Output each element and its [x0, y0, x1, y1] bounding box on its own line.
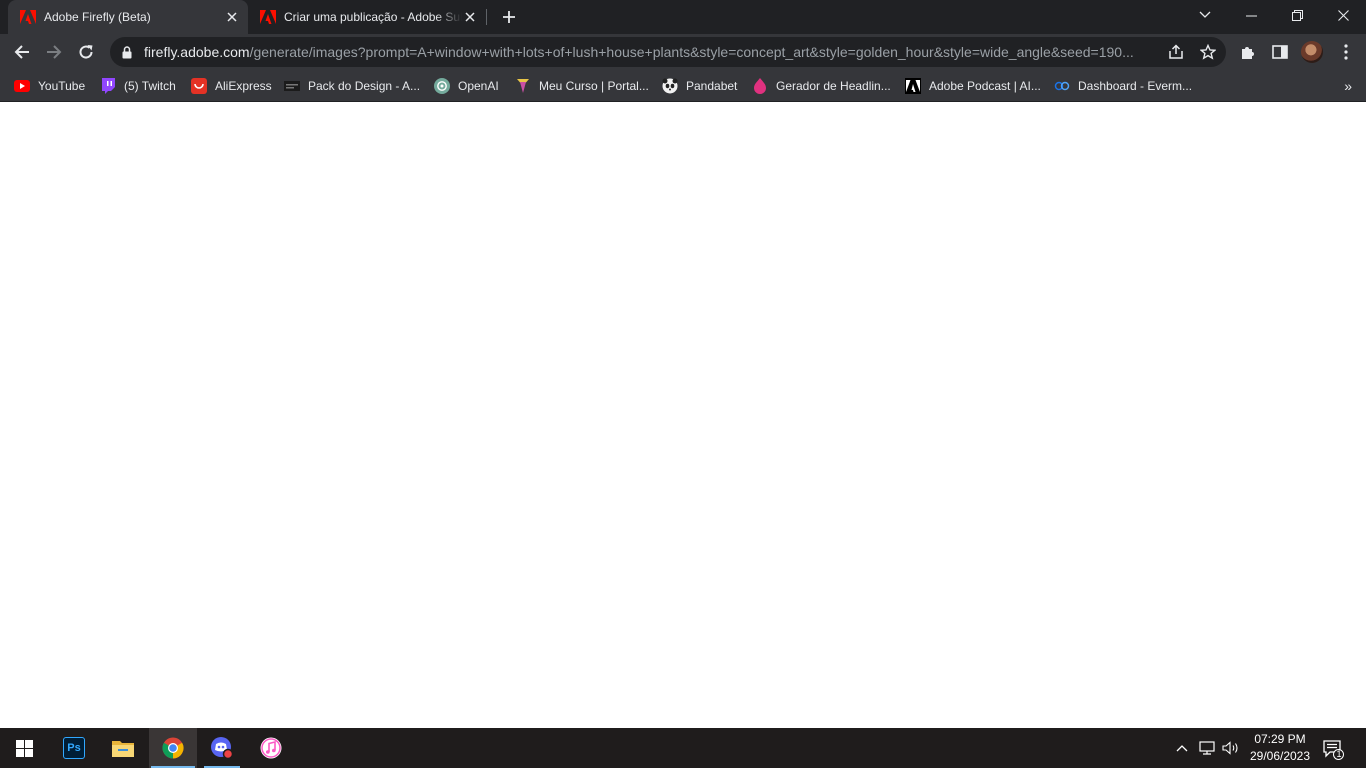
pack-design-icon	[284, 78, 300, 94]
adobe-icon	[260, 10, 276, 24]
bookmarks-overflow-button[interactable]: »	[1344, 78, 1352, 94]
bookmark-pack-do-design[interactable]: Pack do Design - A...	[284, 75, 420, 97]
tab-search-button[interactable]	[1182, 0, 1228, 30]
openai-icon	[434, 78, 450, 94]
start-button[interactable]	[0, 728, 48, 768]
file-explorer-icon	[112, 741, 134, 757]
back-button[interactable]	[8, 38, 36, 66]
bookmark-label: YouTube	[38, 79, 86, 93]
taskbar-discord[interactable]	[198, 728, 246, 768]
forward-button[interactable]	[40, 38, 68, 66]
bookmark-label: Adobe Podcast | AI...	[929, 79, 1041, 93]
tab-title: Criar uma publicação - Adobe Sul	[284, 10, 462, 24]
chrome-menu-button[interactable]	[1332, 38, 1360, 66]
volume-button[interactable]	[1220, 728, 1242, 768]
network-icon	[1199, 741, 1215, 755]
puzzle-icon	[1242, 47, 1254, 59]
bookmark-star-icon[interactable]	[1200, 44, 1216, 60]
speaker-icon	[1222, 741, 1238, 755]
new-tab-button[interactable]	[498, 6, 520, 28]
url-path: /generate/images?prompt=A+window+with+lo…	[249, 44, 1134, 60]
browser-toolbar: firefly.adobe.com/generate/images?prompt…	[0, 34, 1366, 70]
profile-button[interactable]	[1298, 38, 1326, 66]
aliexpress-icon	[191, 78, 207, 94]
pandabet-icon	[662, 78, 678, 94]
bookmark-youtube[interactable]: YouTube	[14, 75, 85, 97]
youtube-icon	[14, 78, 30, 94]
tab-title: Adobe Firefly (Beta)	[44, 10, 151, 24]
share-icon[interactable]	[1168, 44, 1184, 60]
close-tab-icon[interactable]	[224, 9, 240, 25]
address-bar[interactable]: firefly.adobe.com/generate/images?prompt…	[110, 37, 1226, 67]
restore-icon	[1291, 9, 1303, 21]
action-center-button[interactable]: 1	[1322, 738, 1344, 760]
itunes-icon	[260, 737, 282, 759]
bookmark-gerador-headline[interactable]: Gerador de Headlin...	[752, 75, 891, 97]
network-button[interactable]	[1196, 728, 1218, 768]
chevron-down-icon	[1199, 11, 1211, 18]
adobe-icon	[20, 10, 36, 24]
bookmark-dashboard[interactable]: Dashboard - Everm...	[1054, 75, 1192, 97]
tab-separator	[486, 9, 487, 25]
photoshop-icon: Ps	[63, 737, 85, 759]
bookmark-meu-curso[interactable]: Meu Curso | Portal...	[515, 75, 649, 97]
adobe-podcast-icon	[905, 78, 921, 94]
side-panel-icon	[1272, 45, 1288, 59]
dashboard-icon	[1054, 78, 1070, 94]
arrow-left-icon	[14, 45, 29, 59]
bookmark-adobe-podcast[interactable]: Adobe Podcast | AI...	[905, 75, 1041, 97]
bookmark-label: Dashboard - Everm...	[1078, 79, 1193, 93]
close-icon	[1337, 9, 1349, 21]
tab-adobe-firefly[interactable]: Adobe Firefly (Beta)	[8, 0, 248, 34]
tab-strip: Adobe Firefly (Beta) Criar uma publicaçã…	[0, 0, 1366, 34]
url-host: firefly.adobe.com	[144, 44, 250, 60]
windows-taskbar: Ps 07:29 PM 29/06/2023 1	[0, 728, 1366, 768]
clock-date: 29/06/2023	[1249, 749, 1311, 763]
close-window-button[interactable]	[1320, 0, 1366, 30]
bookmark-label: Meu Curso | Portal...	[539, 79, 649, 93]
taskbar-clock[interactable]: 07:29 PM 29/06/2023	[1240, 731, 1320, 765]
bookmark-label: OpenAI	[458, 79, 499, 93]
bookmark-openai[interactable]: OpenAI	[434, 75, 499, 97]
taskbar-file-explorer[interactable]	[99, 728, 147, 768]
minimize-icon	[1245, 15, 1257, 16]
chrome-icon	[162, 737, 184, 759]
bookmark-aliexpress[interactable]: AliExpress	[191, 75, 272, 97]
plus-icon	[503, 11, 515, 23]
side-panel-button[interactable]	[1266, 38, 1294, 66]
avatar	[1301, 41, 1323, 63]
windows-start-icon	[15, 739, 33, 757]
minimize-button[interactable]	[1228, 0, 1274, 30]
arrow-right-icon	[47, 45, 62, 59]
bookmark-label: AliExpress	[215, 79, 272, 93]
lock-icon[interactable]	[120, 45, 134, 59]
discord-icon	[211, 737, 234, 760]
meu-curso-icon	[515, 78, 531, 94]
bookmark-pandabet[interactable]: Pandabet	[662, 75, 737, 97]
more-vertical-icon	[1344, 44, 1348, 60]
bookmark-label: Pack do Design - A...	[308, 79, 421, 93]
show-hidden-icons-button[interactable]	[1172, 728, 1192, 768]
reload-button[interactable]	[72, 38, 100, 66]
page-content	[0, 103, 1366, 728]
tab-criar-publicacao[interactable]: Criar uma publicação - Adobe Sul	[248, 0, 486, 34]
restore-button[interactable]	[1274, 0, 1320, 30]
taskbar-photoshop[interactable]: Ps	[50, 728, 98, 768]
bookmark-label: (5) Twitch	[124, 79, 176, 93]
close-tab-icon[interactable]	[462, 9, 478, 25]
extensions-button[interactable]	[1234, 38, 1262, 66]
reload-icon	[79, 45, 93, 59]
taskbar-itunes[interactable]	[247, 728, 295, 768]
bookmarks-bar: YouTube (5) Twitch AliExpress Pack do De…	[0, 70, 1366, 102]
clock-time: 07:29 PM	[1254, 732, 1306, 746]
bookmark-label: Pandabet	[686, 79, 738, 93]
chevron-up-icon	[1176, 745, 1188, 752]
twitch-icon	[100, 78, 116, 94]
taskbar-chrome[interactable]	[149, 728, 197, 768]
gerador-icon	[752, 78, 768, 94]
url-text[interactable]: firefly.adobe.com/generate/images?prompt…	[144, 44, 1162, 60]
bookmark-label: Gerador de Headlin...	[776, 79, 891, 93]
notification-count: 1	[1336, 749, 1342, 759]
bookmark-twitch[interactable]: (5) Twitch	[100, 75, 176, 97]
